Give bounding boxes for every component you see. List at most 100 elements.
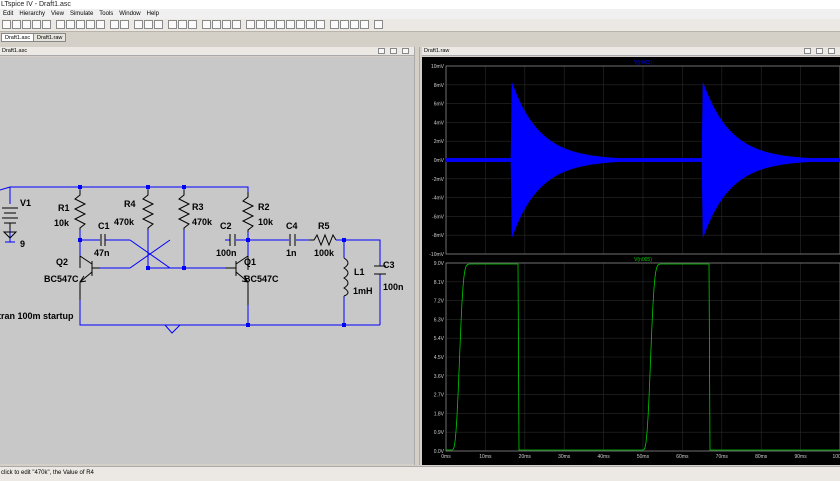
rotate-icon[interactable] xyxy=(350,20,359,29)
open-icon[interactable] xyxy=(2,20,11,29)
x-tick-label: 10ms xyxy=(479,454,492,460)
label-r5[interactable]: R5 xyxy=(318,221,330,231)
y-tick-label: 10mV xyxy=(431,64,445,70)
label-c1-value[interactable]: 47n xyxy=(94,248,110,258)
drag-icon[interactable] xyxy=(340,20,349,29)
stop-icon[interactable] xyxy=(42,20,51,29)
schematic-pane-title: Draft1.asc xyxy=(2,48,28,54)
label-r1[interactable]: R1 xyxy=(58,203,70,213)
label-q2[interactable]: Q2 xyxy=(56,257,68,267)
y-tick-label: 1.8V xyxy=(434,411,445,417)
label-c4[interactable]: C4 xyxy=(286,221,298,231)
zoom-fit-icon[interactable] xyxy=(96,20,105,29)
label-r1-value[interactable]: 10k xyxy=(54,218,70,228)
save-icon[interactable] xyxy=(12,20,21,29)
status-text: click to edit "470k", the Value of R4 xyxy=(1,470,94,476)
ground-icon[interactable] xyxy=(256,20,265,29)
menu-window[interactable]: Window xyxy=(116,9,143,19)
text-icon[interactable] xyxy=(222,20,231,29)
label-c3[interactable]: C3 xyxy=(383,260,395,270)
autorange-icon[interactable] xyxy=(110,20,119,29)
spice-directive[interactable]: tran 100m startup xyxy=(0,311,74,321)
find-icon[interactable] xyxy=(188,20,197,29)
pause-icon[interactable] xyxy=(32,20,41,29)
cascade-icon[interactable] xyxy=(154,20,163,29)
delete-icon[interactable] xyxy=(168,20,177,29)
label-q1-model[interactable]: BC547C xyxy=(244,274,279,284)
pan-icon[interactable] xyxy=(76,20,85,29)
label-r2-value[interactable]: 10k xyxy=(258,217,274,227)
label-c4-value[interactable]: 1n xyxy=(286,248,297,258)
maximize-icon[interactable] xyxy=(816,48,823,54)
tile-vertical-icon[interactable] xyxy=(144,20,153,29)
y-tick-label: 6mV xyxy=(434,102,445,108)
resistor-icon[interactable] xyxy=(276,20,285,29)
y-tick-label: 3.6V xyxy=(434,374,445,380)
component-icon[interactable] xyxy=(316,20,325,29)
title-bar: LTspice IV - Draft1.asc xyxy=(0,0,840,9)
probe-icon[interactable] xyxy=(120,20,129,29)
label-l1[interactable]: L1 xyxy=(354,267,365,277)
y-tick-label: 9.0V xyxy=(434,261,445,267)
tab-draft1-asc[interactable]: Draft1.asc xyxy=(1,33,35,42)
duplicate-icon[interactable] xyxy=(178,20,187,29)
label-c3-value[interactable]: 100n xyxy=(383,282,404,292)
tab-draft1-raw[interactable]: Draft1.raw xyxy=(33,33,67,42)
menu-edit[interactable]: Edit xyxy=(0,9,16,19)
label-icon[interactable] xyxy=(266,20,275,29)
inductor-icon[interactable] xyxy=(296,20,305,29)
status-bar: click to edit "470k", the Value of R4 xyxy=(0,466,840,481)
spice-directive-icon[interactable] xyxy=(232,20,241,29)
close-icon[interactable] xyxy=(402,48,409,54)
zoom-in-icon[interactable] xyxy=(66,20,75,29)
run-icon[interactable] xyxy=(22,20,31,29)
move-icon[interactable] xyxy=(330,20,339,29)
label-v1-value[interactable]: 9 xyxy=(20,239,25,249)
x-tick-label: 20ms xyxy=(519,454,532,460)
pane-divider[interactable] xyxy=(414,47,420,465)
label-q2-model[interactable]: BC547C xyxy=(44,274,79,284)
bottom-trace-label[interactable]: V(n005) xyxy=(634,257,652,263)
label-c1[interactable]: C1 xyxy=(98,221,110,231)
undo-icon[interactable] xyxy=(202,20,211,29)
minimize-icon[interactable] xyxy=(378,48,385,54)
menu-view[interactable]: View xyxy=(48,9,67,19)
label-r5-value[interactable]: 100k xyxy=(314,248,335,258)
cursor-icon[interactable] xyxy=(56,20,65,29)
tile-horizontal-icon[interactable] xyxy=(134,20,143,29)
schematic-canvas[interactable]: V1 9 R1 10k R4 470k R3 470k R2 10k C1 47… xyxy=(0,57,414,464)
label-c2-value[interactable]: 100n xyxy=(216,248,237,258)
label-r3-value[interactable]: 470k xyxy=(192,217,213,227)
label-r3[interactable]: R3 xyxy=(192,202,204,212)
waveform-viewer[interactable]: 10mV 8mV 6mV 4mV 2mV 0mV -2mV -4mV -6mV -8mV -10mV… xyxy=(422,57,840,465)
menu-tools[interactable]: Tools xyxy=(96,9,116,19)
menu-hierarchy[interactable]: Hierarchy xyxy=(16,9,48,19)
label-q1[interactable]: Q1 xyxy=(244,257,256,267)
label-r4-value[interactable]: 470k xyxy=(114,217,135,227)
minimize-icon[interactable] xyxy=(804,48,811,54)
y-tick-label: -4mV xyxy=(432,196,445,202)
zoom-out-icon[interactable] xyxy=(86,20,95,29)
x-tick-label: 30ms xyxy=(558,454,571,460)
label-v1[interactable]: V1 xyxy=(20,198,31,208)
y-tick-label: 8mV xyxy=(434,83,445,89)
menu-bar: Edit Hierarchy View Simulate Tools Windo… xyxy=(0,9,840,19)
mirror-icon[interactable] xyxy=(360,20,369,29)
top-trace-label[interactable]: V(n003) xyxy=(634,60,652,66)
spice-icon[interactable] xyxy=(374,20,383,29)
redo-icon[interactable] xyxy=(212,20,221,29)
wire-icon[interactable] xyxy=(246,20,255,29)
menu-simulate[interactable]: Simulate xyxy=(67,9,96,19)
diode-icon[interactable] xyxy=(306,20,315,29)
close-icon[interactable] xyxy=(828,48,835,54)
label-r4[interactable]: R4 xyxy=(124,199,136,209)
label-c2[interactable]: C2 xyxy=(220,221,232,231)
capacitor-icon[interactable] xyxy=(286,20,295,29)
label-l1-value[interactable]: 1mH xyxy=(353,286,373,296)
label-r2[interactable]: R2 xyxy=(258,202,270,212)
x-tick-label: 0ms xyxy=(441,454,451,460)
waveform-pane-title: Draft1.raw xyxy=(424,48,450,54)
menu-help[interactable]: Help xyxy=(144,9,162,19)
x-tick-label: 50ms xyxy=(637,454,650,460)
maximize-icon[interactable] xyxy=(390,48,397,54)
